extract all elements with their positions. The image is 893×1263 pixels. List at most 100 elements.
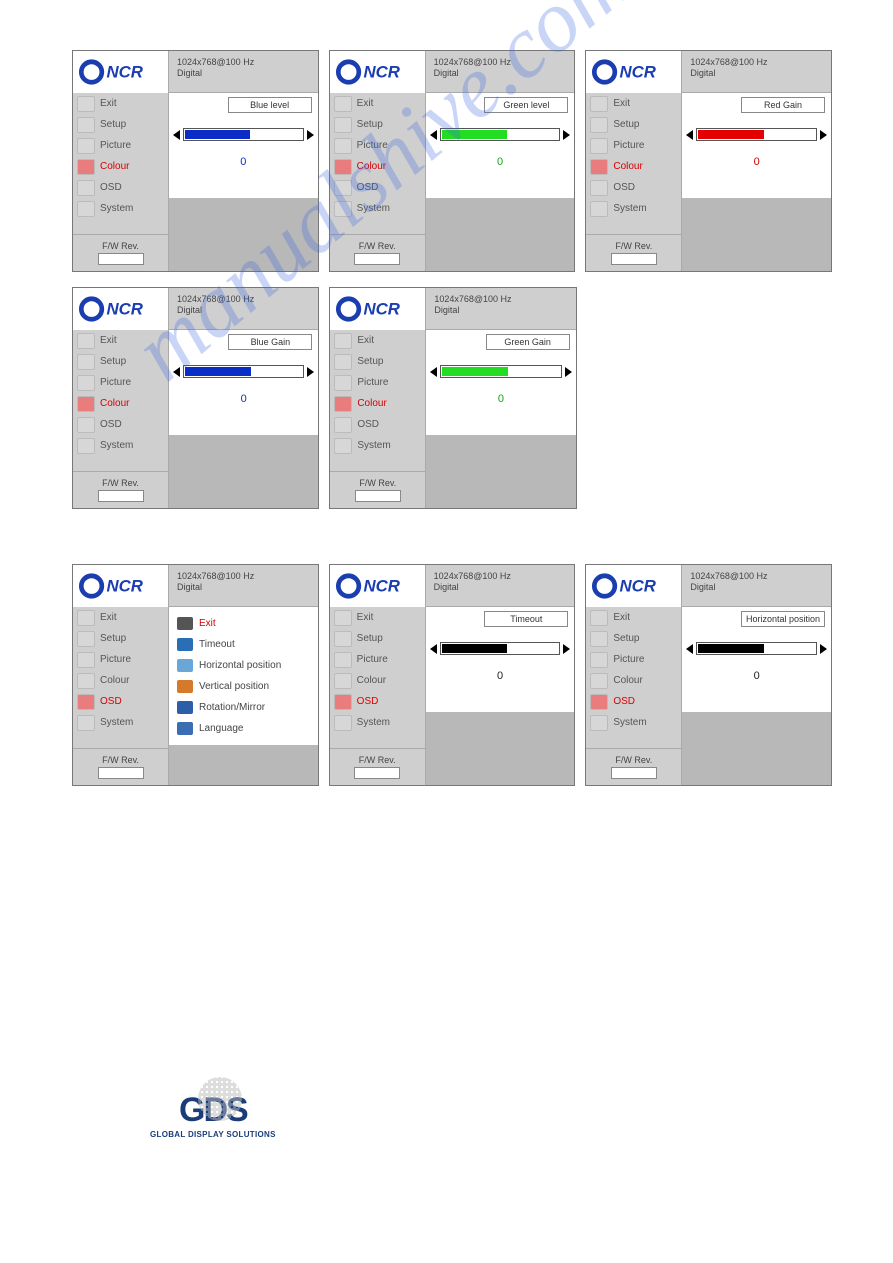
arrow-left-icon[interactable] [430,130,437,140]
sidebar-item-system[interactable]: System [330,198,425,219]
sidebar-item-osd[interactable]: OSD [73,177,168,198]
arrow-right-icon[interactable] [563,130,570,140]
sidebar-item-picture[interactable]: Picture [330,135,425,156]
sidebar-item-exit[interactable]: Exit [330,607,425,628]
svg-text:NCR: NCR [620,63,656,82]
slider-track[interactable] [183,128,304,141]
sidebar-item-setup[interactable]: Setup [73,628,168,649]
submenu-item-exit[interactable]: Exit [169,613,318,634]
arrow-left-icon[interactable] [173,130,180,140]
submenu-item-horizontal-position[interactable]: Horizontal position [169,655,318,676]
sidebar-item-system[interactable]: System [73,198,168,219]
slider-track[interactable] [183,365,304,378]
sidebar-icon-system [334,715,352,731]
panel-header: NCR1024x768@100 HzDigital [330,565,575,607]
slider-track[interactable] [440,128,561,141]
submenu-item-vertical-position[interactable]: Vertical position [169,676,318,697]
sidebar-item-setup[interactable]: Setup [330,351,425,372]
arrow-right-icon[interactable] [307,367,314,377]
fw-rev-label: F/W Rev. [73,755,168,765]
slider-control[interactable] [686,128,827,141]
slider-control[interactable] [173,128,314,141]
sidebar-item-osd[interactable]: OSD [586,691,681,712]
sidebar-item-colour[interactable]: Colour [586,670,681,691]
panel-body: ExitSetupPictureColourOSDSystem F/W Rev. E… [73,607,318,785]
sidebar-item-osd[interactable]: OSD [73,414,168,435]
slider-control[interactable] [430,642,571,655]
sidebar-item-osd[interactable]: OSD [73,691,168,712]
arrow-right-icon[interactable] [565,367,572,377]
sidebar-item-system[interactable]: System [586,198,681,219]
sidebar-item-colour[interactable]: Colour [73,393,168,414]
slider-control[interactable] [686,642,827,655]
sidebar-item-system[interactable]: System [73,712,168,733]
ncr-logo: NCR [335,295,420,323]
sidebar-item-colour[interactable]: Colour [73,156,168,177]
sidebar-item-picture[interactable]: Picture [73,135,168,156]
sidebar-item-setup[interactable]: Setup [73,114,168,135]
sidebar-item-exit[interactable]: Exit [586,607,681,628]
slider-track[interactable] [440,642,561,655]
sidebar-item-colour[interactable]: Colour [330,393,425,414]
arrow-right-icon[interactable] [307,130,314,140]
slider-track[interactable] [696,642,817,655]
sidebar-item-osd[interactable]: OSD [330,691,425,712]
submenu-icon [177,659,193,672]
sidebar-item-picture[interactable]: Picture [73,372,168,393]
sidebar-item-setup[interactable]: Setup [330,628,425,649]
arrow-left-icon[interactable] [686,644,693,654]
sidebar-item-system[interactable]: System [330,435,425,456]
signal-text: Digital [434,68,569,79]
arrow-right-icon[interactable] [820,130,827,140]
slider-control[interactable] [430,365,571,378]
sidebar-item-picture[interactable]: Picture [73,649,168,670]
slider-control[interactable] [430,128,571,141]
fw-rev-label: F/W Rev. [330,755,425,765]
sidebar-item-system[interactable]: System [586,712,681,733]
sidebar-item-picture[interactable]: Picture [586,135,681,156]
arrow-left-icon[interactable] [430,644,437,654]
fw-rev-box: F/W Rev. [330,234,425,271]
sidebar-item-picture[interactable]: Picture [330,372,425,393]
sidebar-item-exit[interactable]: Exit [330,93,425,114]
sidebar-item-picture[interactable]: Picture [586,649,681,670]
sidebar-item-exit[interactable]: Exit [586,93,681,114]
sidebar-item-system[interactable]: System [330,712,425,733]
arrow-left-icon[interactable] [430,367,437,377]
submenu-item-timeout[interactable]: Timeout [169,634,318,655]
sidebar-item-colour[interactable]: Colour [73,670,168,691]
sidebar-item-picture[interactable]: Picture [330,649,425,670]
slider-control[interactable] [173,365,314,378]
submenu-icon [177,617,193,630]
arrow-right-icon[interactable] [820,644,827,654]
arrow-left-icon[interactable] [686,130,693,140]
sidebar-item-colour[interactable]: Colour [330,670,425,691]
sidebar-item-exit[interactable]: Exit [73,607,168,628]
sidebar-item-setup[interactable]: Setup [73,351,168,372]
logo-cell: NCR [330,565,426,608]
submenu-item-rotation-mirror[interactable]: Rotation/Mirror [169,697,318,718]
sidebar-item-exit[interactable]: Exit [73,330,168,351]
sidebar-item-setup[interactable]: Setup [330,114,425,135]
sidebar-item-exit[interactable]: Exit [330,330,425,351]
sidebar-item-osd[interactable]: OSD [330,414,425,435]
slider-track[interactable] [440,365,561,378]
sidebar-item-osd[interactable]: OSD [330,177,425,198]
sidebar-item-setup[interactable]: Setup [586,114,681,135]
sidebar-item-colour[interactable]: Colour [330,156,425,177]
sidebar-item-osd[interactable]: OSD [586,177,681,198]
sidebar-item-colour[interactable]: Colour [586,156,681,177]
arrow-left-icon[interactable] [173,367,180,377]
sidebar-icon-setup [77,117,95,133]
sidebar-item-system[interactable]: System [73,435,168,456]
slider-fill [185,130,250,139]
sidebar-icon-picture [590,652,608,668]
fw-rev-box: F/W Rev. [586,234,681,271]
osd-panel: NCR1024x768@100 HzDigitalExitSetupPictur… [585,50,832,272]
submenu-item-language[interactable]: Language [169,718,318,739]
arrow-right-icon[interactable] [563,644,570,654]
sidebar-icon-exit [334,610,352,626]
sidebar-item-exit[interactable]: Exit [73,93,168,114]
sidebar-item-setup[interactable]: Setup [586,628,681,649]
slider-track[interactable] [696,128,817,141]
